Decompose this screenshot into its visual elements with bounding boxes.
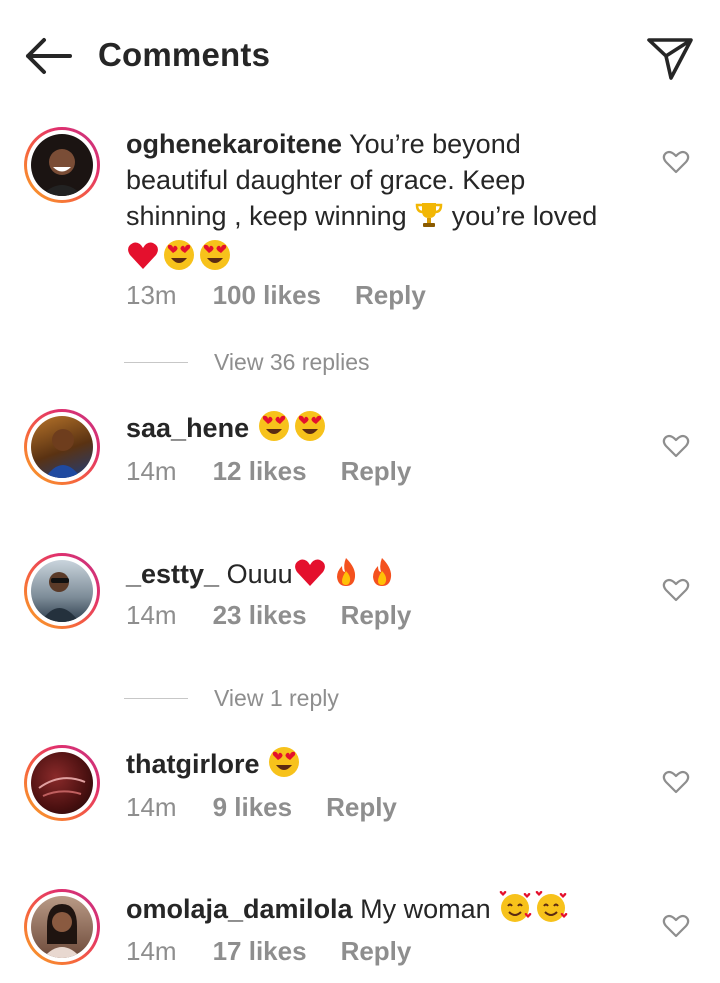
view-replies-label: View 1 reply — [214, 684, 339, 711]
red-heart-emoji — [128, 242, 158, 269]
comment-time: 14m — [126, 792, 177, 822]
comment-body: oghenekaroitene You’re beyond beautiful … — [126, 126, 626, 275]
heart-outline-icon — [662, 434, 690, 458]
view-replies-label: View 36 replies — [214, 348, 370, 375]
comment-meta: 14m 9 likes Reply — [126, 792, 397, 823]
comment-body: omolaja_damilola My woman — [126, 890, 626, 927]
reply-button[interactable]: Reply — [341, 600, 412, 631]
comment-time: 13m — [126, 280, 177, 310]
avatar[interactable] — [24, 127, 100, 203]
comment-text: Ouuu — [226, 559, 293, 589]
fire-emoji — [336, 558, 355, 586]
comment-body: _estty_ Ouuu — [126, 555, 626, 592]
top-bar: Comments — [0, 0, 720, 112]
view-replies-button[interactable]: View 1 reply — [124, 683, 339, 713]
likes-count[interactable]: 9 likes — [213, 792, 293, 823]
fire-emoji — [372, 558, 391, 586]
back-button[interactable] — [22, 34, 74, 78]
comment-username[interactable]: omolaja_damilola — [126, 894, 353, 924]
emoji-group — [126, 238, 232, 272]
heart-eyes-emoji — [294, 411, 325, 441]
emoji-group — [257, 409, 327, 443]
heart-outline-icon — [662, 578, 690, 602]
likes-count[interactable]: 17 likes — [213, 936, 307, 967]
comment-text-continued: you’re loved — [451, 201, 598, 231]
like-button[interactable] — [662, 769, 690, 795]
like-button[interactable] — [662, 149, 690, 175]
heart-outline-icon — [662, 150, 690, 174]
avatar[interactable] — [24, 553, 100, 629]
comment-text: My woman — [360, 894, 491, 924]
arrow-left-icon — [26, 38, 72, 74]
likes-count[interactable]: 12 likes — [213, 456, 307, 487]
emoji-group — [267, 745, 301, 779]
heart-eyes-emoji — [164, 240, 194, 270]
view-replies-button[interactable]: View 36 replies — [124, 347, 370, 377]
heart-eyes-emoji — [200, 240, 230, 270]
red-heart-emoji — [294, 559, 325, 586]
emoji-group — [498, 890, 568, 924]
page-title: Comments — [98, 36, 271, 73]
avatar[interactable] — [24, 745, 100, 821]
heart-outline-icon — [662, 770, 690, 794]
comment-time: 14m — [126, 600, 177, 630]
reply-button[interactable]: Reply — [326, 792, 397, 823]
likes-count[interactable]: 100 likes — [213, 280, 321, 311]
share-button[interactable] — [644, 34, 696, 82]
comment-meta: 14m 17 likes Reply — [126, 936, 411, 967]
comment-username[interactable]: thatgirlore — [126, 749, 260, 779]
comment-body: thatgirlore — [126, 745, 626, 782]
like-button[interactable] — [662, 577, 690, 603]
comment-meta: 14m 23 likes Reply — [126, 600, 411, 631]
like-button[interactable] — [662, 433, 690, 459]
comment-body: saa_hene — [126, 409, 626, 446]
avatar[interactable] — [24, 409, 100, 485]
heart-eyes-emoji — [269, 747, 300, 777]
comment-username[interactable]: oghenekaroitene — [126, 129, 342, 159]
comment-time: 14m — [126, 936, 177, 966]
trophy-emoji — [414, 199, 444, 238]
smiling-face-with-hearts-emoji — [499, 891, 532, 922]
comment-meta: 14m 12 likes Reply — [126, 456, 411, 487]
reply-button[interactable]: Reply — [341, 936, 412, 967]
comment-time: 14m — [126, 456, 177, 486]
comment-username[interactable]: saa_hene — [126, 413, 249, 443]
heart-eyes-emoji — [258, 411, 289, 441]
paper-plane-icon — [647, 38, 693, 80]
reply-button[interactable]: Reply — [355, 280, 426, 311]
likes-count[interactable]: 23 likes — [213, 600, 307, 631]
reply-button[interactable]: Reply — [341, 456, 412, 487]
divider — [124, 361, 188, 363]
smiling-face-with-hearts-emoji — [535, 891, 568, 922]
like-button[interactable] — [662, 913, 690, 939]
heart-outline-icon — [662, 914, 690, 938]
avatar[interactable] — [24, 889, 100, 965]
emoji-group — [293, 555, 399, 589]
comment-meta: 13m 100 likes Reply — [126, 280, 426, 311]
comment-username[interactable]: _estty_ — [126, 559, 219, 589]
divider — [124, 697, 188, 699]
